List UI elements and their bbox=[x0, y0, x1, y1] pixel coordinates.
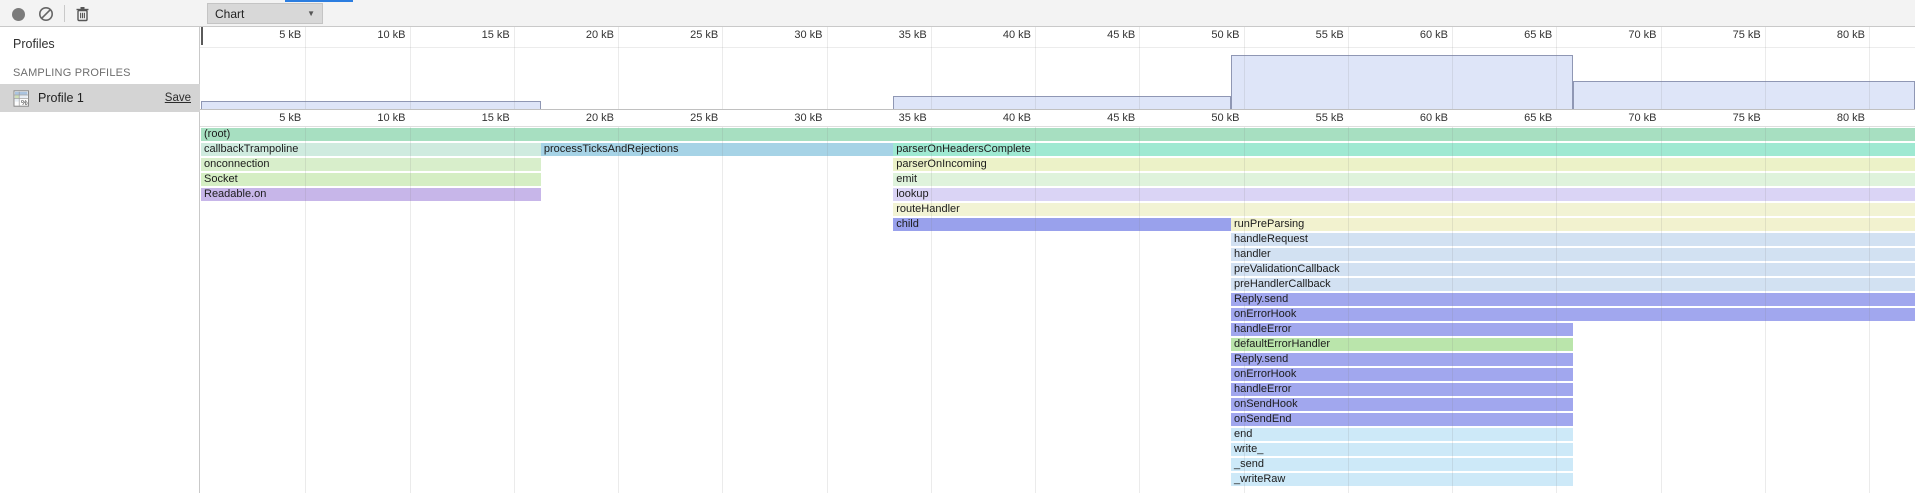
overview-zero-tick bbox=[201, 27, 203, 45]
sidebar-item-profile-1[interactable]: % Profile 1 Save bbox=[0, 84, 200, 112]
flame-bar[interactable]: emit bbox=[893, 173, 1915, 186]
sidebar-header: Profiles bbox=[0, 27, 199, 51]
ruler-tick-label: 50 kB bbox=[1184, 112, 1240, 124]
flame-bar[interactable]: parserOnHeadersComplete bbox=[893, 143, 1915, 156]
flame-bar[interactable]: handleError bbox=[1231, 323, 1573, 336]
ruler-tick-label: 80 kB bbox=[1809, 112, 1865, 124]
ruler-tick-label: 25 kB bbox=[662, 112, 718, 124]
profile-document-icon: % bbox=[13, 90, 30, 107]
svg-text:%: % bbox=[21, 98, 28, 107]
ruler-tick-label: 60 kB bbox=[1392, 112, 1448, 124]
profiles-sidebar: Profiles SAMPLING PROFILES % Profile 1 S… bbox=[0, 27, 200, 493]
ruler-tick-label: 65 kB bbox=[1496, 29, 1552, 41]
flame-bar[interactable]: (root) bbox=[201, 128, 1915, 141]
overview-step[interactable] bbox=[201, 101, 541, 109]
overview-step[interactable] bbox=[893, 96, 1231, 109]
flame-bar[interactable]: write_ bbox=[1231, 443, 1573, 456]
record-button[interactable] bbox=[8, 4, 28, 24]
ruler-tick-label: 70 kB bbox=[1601, 112, 1657, 124]
flame-bar[interactable]: handleRequest bbox=[1231, 233, 1915, 246]
sampling-profiles-section-title: SAMPLING PROFILES bbox=[0, 51, 199, 79]
ruler-tick-label: 55 kB bbox=[1288, 29, 1344, 41]
flame-bar[interactable]: _send bbox=[1231, 458, 1573, 471]
block-icon bbox=[38, 6, 54, 22]
flame-bar[interactable]: Reply.send bbox=[1231, 353, 1573, 366]
ruler-tick-label: 45 kB bbox=[1079, 29, 1135, 41]
view-mode-value: Chart bbox=[215, 7, 244, 21]
flame-bars: (root) callbackTrampolineprocessTicksAndR… bbox=[200, 128, 1915, 493]
ruler-tick-label: 40 kB bbox=[975, 29, 1031, 41]
flame-bar[interactable]: handleError bbox=[1231, 383, 1573, 396]
profile-name: Profile 1 bbox=[38, 91, 165, 105]
chart-main: 5 kB 10 kB 15 kB 20 kB 25 kB 30 kB 35 kB 40 kB 4… bbox=[200, 27, 1915, 493]
save-profile-link[interactable]: Save bbox=[165, 92, 191, 104]
ruler-tick-label: 55 kB bbox=[1288, 112, 1344, 124]
ruler-tick-label: 75 kB bbox=[1705, 112, 1761, 124]
clear-button[interactable] bbox=[36, 4, 56, 24]
ruler-tick-label: 40 kB bbox=[975, 112, 1031, 124]
flame-bar[interactable]: onErrorHook bbox=[1231, 368, 1573, 381]
flame-bar[interactable]: child bbox=[893, 218, 1231, 231]
ruler-tick-label: 75 kB bbox=[1705, 29, 1761, 41]
flame-bar[interactable]: parserOnIncoming bbox=[893, 158, 1915, 171]
flame-bar[interactable]: onconnection bbox=[201, 158, 541, 171]
ruler-tick-label: 5 kB bbox=[245, 29, 301, 41]
memory-overview-pane[interactable]: 5 kB 10 kB 15 kB 20 kB 25 kB 30 kB 35 kB 40 kB 4… bbox=[200, 27, 1915, 110]
flame-bar[interactable]: onSendHook bbox=[1231, 398, 1573, 411]
delete-profile-button[interactable] bbox=[72, 4, 92, 24]
flame-bar[interactable]: routeHandler bbox=[893, 203, 1915, 216]
chevron-down-icon: ▼ bbox=[307, 9, 315, 18]
flame-bar[interactable]: runPreParsing bbox=[1231, 218, 1915, 231]
flame-bar[interactable]: defaultErrorHandler bbox=[1231, 338, 1573, 351]
toolbar: Chart ▼ bbox=[0, 0, 1915, 27]
flame-bar[interactable]: callbackTrampoline bbox=[201, 143, 541, 156]
overview-step[interactable] bbox=[1573, 81, 1915, 109]
active-tab-indicator bbox=[285, 0, 353, 2]
ruler-tick-label: 25 kB bbox=[662, 29, 718, 41]
ruler-tick-label: 30 kB bbox=[767, 112, 823, 124]
ruler-tick-label: 20 kB bbox=[558, 112, 614, 124]
view-mode-select[interactable]: Chart ▼ bbox=[207, 3, 323, 24]
ruler-tick-label: 35 kB bbox=[871, 29, 927, 41]
flame-bar[interactable]: handler bbox=[1231, 248, 1915, 261]
ruler-tick-label: 5 kB bbox=[245, 112, 301, 124]
flame-bar[interactable]: Socket bbox=[201, 173, 541, 186]
flame-bar[interactable]: Reply.send bbox=[1231, 293, 1915, 306]
flame-bar[interactable]: _writeRaw bbox=[1231, 473, 1573, 486]
ruler-tick-label: 20 kB bbox=[558, 29, 614, 41]
flame-chart-pane: (root) callbackTrampolineprocessTicksAndR… bbox=[200, 110, 1915, 493]
ruler-tick-label: 80 kB bbox=[1809, 29, 1865, 41]
ruler-tick-label: 30 kB bbox=[767, 29, 823, 41]
overview-step[interactable] bbox=[1231, 55, 1573, 109]
ruler-tick-label: 10 kB bbox=[350, 29, 406, 41]
toolbar-separator bbox=[64, 5, 65, 22]
record-icon bbox=[12, 8, 25, 21]
ruler-tick-label: 35 kB bbox=[871, 112, 927, 124]
toolbar-profile-controls bbox=[0, 0, 200, 27]
ruler-tick-label: 60 kB bbox=[1392, 29, 1448, 41]
ruler-tick-label: 45 kB bbox=[1079, 112, 1135, 124]
ruler-tick-label: 15 kB bbox=[454, 29, 510, 41]
flame-bar[interactable]: onSendEnd bbox=[1231, 413, 1573, 426]
ruler-tick-label: 15 kB bbox=[454, 112, 510, 124]
ruler-tick-label: 50 kB bbox=[1184, 29, 1240, 41]
flame-bar[interactable]: preValidationCallback bbox=[1231, 263, 1915, 276]
ruler-tick-label: 70 kB bbox=[1601, 29, 1657, 41]
ruler-tick-label: 10 kB bbox=[350, 112, 406, 124]
ruler-tick-label: 65 kB bbox=[1496, 112, 1552, 124]
flame-bar[interactable]: preHandlerCallback bbox=[1231, 278, 1915, 291]
flame-bar[interactable]: lookup bbox=[893, 188, 1915, 201]
heap-profiler-panel: Chart ▼ Profiles SAMPLING PROFILES % Pro… bbox=[0, 0, 1915, 493]
flame-bar[interactable]: Readable.on bbox=[201, 188, 541, 201]
flame-bar[interactable]: processTicksAndRejections bbox=[541, 143, 893, 156]
flame-bar[interactable]: onErrorHook bbox=[1231, 308, 1915, 321]
trash-icon bbox=[75, 6, 90, 22]
flame-bar[interactable]: end bbox=[1231, 428, 1573, 441]
